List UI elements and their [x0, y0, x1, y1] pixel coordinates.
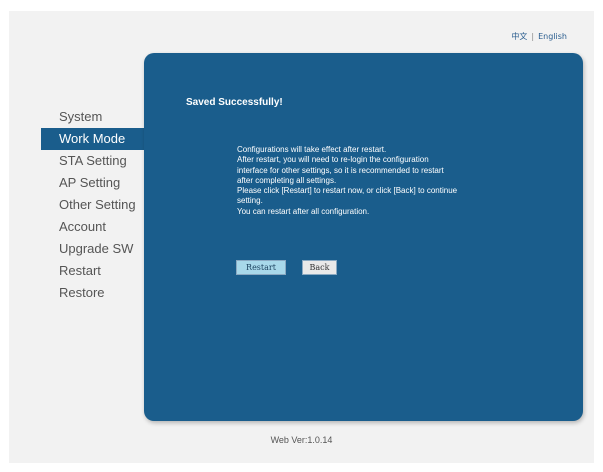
- language-switcher: 中文 | English: [511, 31, 567, 42]
- language-separator: |: [531, 32, 535, 41]
- sidebar-item-restart[interactable]: Restart: [41, 260, 145, 282]
- sidebar-item-system[interactable]: System: [41, 106, 145, 128]
- language-chinese-link[interactable]: 中文: [511, 32, 527, 41]
- sidebar-item-work-mode[interactable]: Work Mode: [41, 128, 145, 150]
- message-line: Please click [Restart] to restart now, o…: [237, 186, 458, 196]
- message-line: After restart, you will need to re-login…: [237, 155, 429, 165]
- message-line: setting.: [237, 196, 263, 206]
- message-line: after completing all settings.: [237, 175, 337, 185]
- saved-title: Saved Successfully!: [186, 97, 283, 108]
- sidebar-item-other-setting[interactable]: Other Setting: [41, 194, 145, 216]
- message-line: interface for other settings, so it is r…: [237, 165, 444, 175]
- web-version: Web Ver:1.0.14: [270, 435, 333, 445]
- message-line: You can restart after all configuration.: [237, 206, 370, 216]
- sidebar-menu: System Work Mode STA Setting AP Setting …: [41, 106, 145, 304]
- restart-button[interactable]: Restart: [236, 260, 286, 275]
- message-line: Configurations will take effect after re…: [237, 145, 387, 154]
- sidebar-item-sta-setting[interactable]: STA Setting: [41, 150, 145, 172]
- content-panel: Saved Successfully! Configurations will …: [144, 53, 583, 421]
- sidebar-item-account[interactable]: Account: [41, 216, 145, 238]
- language-english-link[interactable]: English: [538, 32, 567, 41]
- restart-message: Configurations will take effect after re…: [237, 145, 517, 217]
- sidebar-item-restore[interactable]: Restore: [41, 282, 145, 304]
- sidebar-item-ap-setting[interactable]: AP Setting: [41, 172, 145, 194]
- sidebar-item-upgrade-sw[interactable]: Upgrade SW: [41, 238, 145, 260]
- back-button[interactable]: Back: [302, 260, 337, 275]
